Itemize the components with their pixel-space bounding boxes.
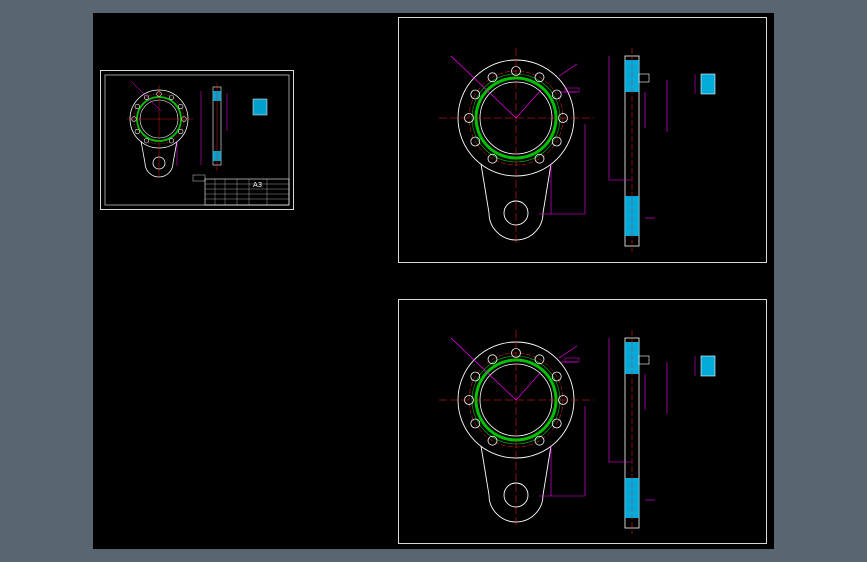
overview-sheet[interactable]: A3 <box>100 70 294 210</box>
drawing-sheet-top[interactable] <box>398 17 767 263</box>
drawing-canvas[interactable]: A3 <box>93 13 774 549</box>
overview-drawing <box>104 74 290 206</box>
drawing-sheet-bottom[interactable] <box>398 299 767 544</box>
flange-drawing-top <box>439 48 716 252</box>
flange-drawing-bottom <box>439 330 716 534</box>
title-block-sheet-size: A3 <box>253 181 263 189</box>
